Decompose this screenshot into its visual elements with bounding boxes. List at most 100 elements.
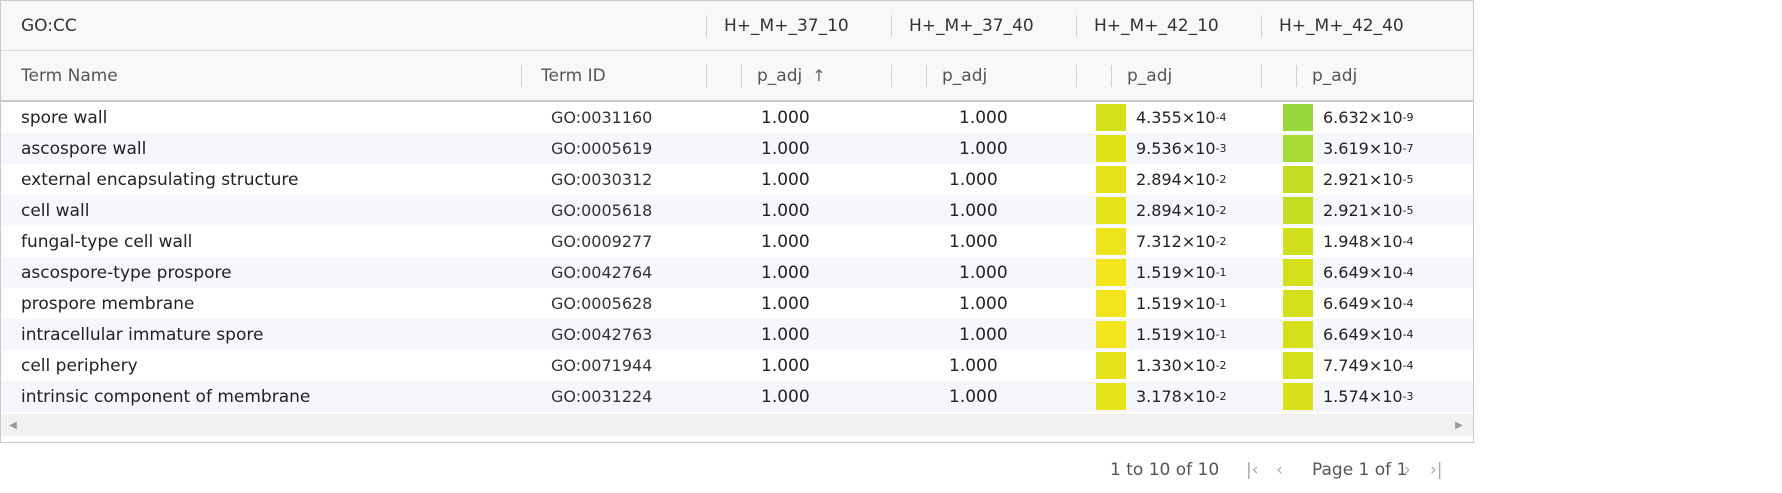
p-adj-cell: 1.519 ×10 -1 (1136, 325, 1227, 344)
term-name-cell: cell wall (21, 200, 90, 221)
column-resize-handle[interactable] (1111, 65, 1112, 87)
p-value-mantissa: 3.619 (1323, 139, 1369, 158)
sample-header-1[interactable]: H+_M+_37_10 (724, 1, 849, 50)
last-page-icon[interactable]: ›| (1430, 452, 1443, 488)
column-resize-handle[interactable] (891, 65, 892, 87)
column-divider[interactable] (891, 15, 892, 37)
term-id-cell: GO:0005628 (551, 294, 653, 313)
column-divider[interactable] (706, 15, 707, 37)
column-resize-handle[interactable] (1261, 65, 1262, 87)
p-adj-header-1[interactable]: p_adj ↑ (757, 51, 826, 100)
term-id-header[interactable]: Term ID (541, 51, 606, 100)
table-row[interactable]: intracellular immature spore GO:0042763 1.… (1, 319, 1473, 350)
heatmap-swatch (1096, 290, 1126, 317)
table-row[interactable]: fungal-type cell wall GO:0009277 1.000 1.00… (1, 226, 1473, 257)
column-resize-handle[interactable] (1076, 65, 1077, 87)
p-adj-cell: 1.000 (959, 293, 1008, 314)
p-adj-cell: 3.178 ×10 -2 (1136, 387, 1227, 406)
sample-header-4[interactable]: H+_M+_42_40 (1279, 1, 1404, 50)
heatmap-swatch (1283, 352, 1313, 379)
column-divider[interactable] (1261, 15, 1262, 37)
table-row[interactable]: external encapsulating structure GO:00303… (1, 164, 1473, 195)
column-resize-handle[interactable] (706, 65, 707, 87)
p-adj-cell: 1.000 (761, 262, 810, 283)
p-value-mantissa: 2.894 (1136, 201, 1182, 220)
p-value-mantissa: 6.649 (1323, 325, 1369, 344)
column-resize-handle[interactable] (926, 65, 927, 87)
p-adj-cell: 1.000 (959, 107, 1008, 128)
p-adj-cell: 1.000 (949, 231, 998, 252)
p-value-mantissa: 6.649 (1323, 294, 1369, 313)
p-adj-header-3[interactable]: p_adj (1127, 51, 1172, 100)
term-id-cell: GO:0042763 (551, 325, 653, 344)
table-row[interactable]: cell periphery GO:0071944 1.000 1.000 1.330 ×… (1, 350, 1473, 381)
group-header-row: GO:CC H+_M+_37_10 H+_M+_37_40 H+_M+_42_1… (1, 1, 1473, 51)
p-value-mantissa: 1.519 (1136, 325, 1182, 344)
p-value-mantissa: 1.574 (1323, 387, 1369, 406)
next-page-icon[interactable]: › (1404, 452, 1411, 488)
table-row[interactable]: ascospore wall GO:0005619 1.000 1.000 9.536 ×… (1, 133, 1473, 164)
p-value-mantissa: 2.921 (1323, 201, 1369, 220)
column-resize-handle[interactable] (1296, 65, 1297, 87)
sample-header-2[interactable]: H+_M+_37_40 (909, 1, 1034, 50)
term-name-cell: external encapsulating structure (21, 169, 299, 190)
p-adj-cell: 1.000 (949, 386, 998, 407)
term-name-cell: fungal-type cell wall (21, 231, 193, 252)
p-adj-cell: 1.000 (949, 200, 998, 221)
results-grid: GO:CC H+_M+_37_10 H+_M+_37_40 H+_M+_42_1… (0, 0, 1474, 443)
category-header: GO:CC (21, 15, 77, 36)
p-adj-cell: 2.894 ×10 -2 (1136, 201, 1227, 220)
term-name-header[interactable]: Term Name (21, 51, 118, 100)
term-id-cell: GO:0031224 (551, 387, 653, 406)
table-row[interactable]: cell wall GO:0005618 1.000 1.000 2.894 ×10 -2 2… (1, 195, 1473, 226)
p-adj-cell: 1.330 ×10 -2 (1136, 356, 1227, 375)
table-row[interactable]: ascospore-type prospore GO:0042764 1.000 1.… (1, 257, 1473, 288)
p-adj-cell: 6.649 ×10 -4 (1323, 294, 1414, 313)
p-adj-cell: 6.649 ×10 -4 (1323, 263, 1414, 282)
p-adj-cell: 1.000 (761, 293, 810, 314)
column-resize-handle[interactable] (741, 65, 742, 87)
term-name-cell: spore wall (21, 107, 108, 128)
p-adj-cell: 3.619 ×10 -7 (1323, 139, 1414, 158)
p-value-mantissa: 1.519 (1136, 263, 1182, 282)
heatmap-swatch (1283, 135, 1313, 162)
p-adj-cell: 1.948 ×10 -4 (1323, 232, 1414, 251)
p-adj-cell: 7.749 ×10 -4 (1323, 356, 1414, 375)
heatmap-swatch (1096, 352, 1126, 379)
term-name-cell: intrinsic component of membrane (21, 386, 311, 407)
p-adj-header-2[interactable]: p_adj (942, 51, 987, 100)
p-adj-cell: 1.000 (761, 169, 810, 190)
p-adj-label: p_adj (757, 65, 803, 86)
heatmap-swatch (1096, 383, 1126, 410)
p-adj-cell: 1.000 (761, 107, 810, 128)
column-divider[interactable] (1076, 15, 1077, 37)
sort-ascending-icon[interactable]: ↑ (812, 66, 825, 85)
sample-header-3[interactable]: H+_M+_42_10 (1094, 1, 1219, 50)
p-adj-cell: 4.355 ×10 -4 (1136, 108, 1227, 127)
table-row[interactable]: spore wall GO:0031160 1.000 1.000 4.355 ×10 -4… (1, 102, 1473, 133)
p-adj-cell: 1.000 (761, 386, 810, 407)
p-value-mantissa: 7.749 (1323, 356, 1369, 375)
p-adj-cell: 7.312 ×10 -2 (1136, 232, 1227, 251)
heatmap-swatch (1096, 104, 1126, 131)
p-value-mantissa: 7.312 (1136, 232, 1182, 251)
scroll-right-icon[interactable]: ▶ (1451, 414, 1467, 436)
p-adj-header-4[interactable]: p_adj (1312, 51, 1357, 100)
first-page-icon[interactable]: |‹ (1246, 452, 1259, 488)
p-value-mantissa: 9.536 (1136, 139, 1182, 158)
p-adj-cell: 1.519 ×10 -1 (1136, 294, 1227, 313)
prev-page-icon[interactable]: ‹ (1276, 452, 1283, 488)
table-row[interactable]: prospore membrane GO:0005628 1.000 1.000 1.5… (1, 288, 1473, 319)
heatmap-swatch (1096, 259, 1126, 286)
scroll-left-icon[interactable]: ◀ (5, 414, 21, 436)
heatmap-swatch (1283, 259, 1313, 286)
p-adj-cell: 1.000 (761, 138, 810, 159)
horizontal-scrollbar[interactable]: ◀ ▶ (1, 414, 1473, 436)
p-value-mantissa: 6.649 (1323, 263, 1369, 282)
table-row[interactable]: intrinsic component of membrane GO:003122… (1, 381, 1473, 412)
heatmap-swatch (1283, 383, 1313, 410)
heatmap-swatch (1283, 197, 1313, 224)
p-adj-cell: 6.632 ×10 -9 (1323, 108, 1414, 127)
column-resize-handle[interactable] (521, 65, 522, 87)
heatmap-swatch (1283, 104, 1313, 131)
